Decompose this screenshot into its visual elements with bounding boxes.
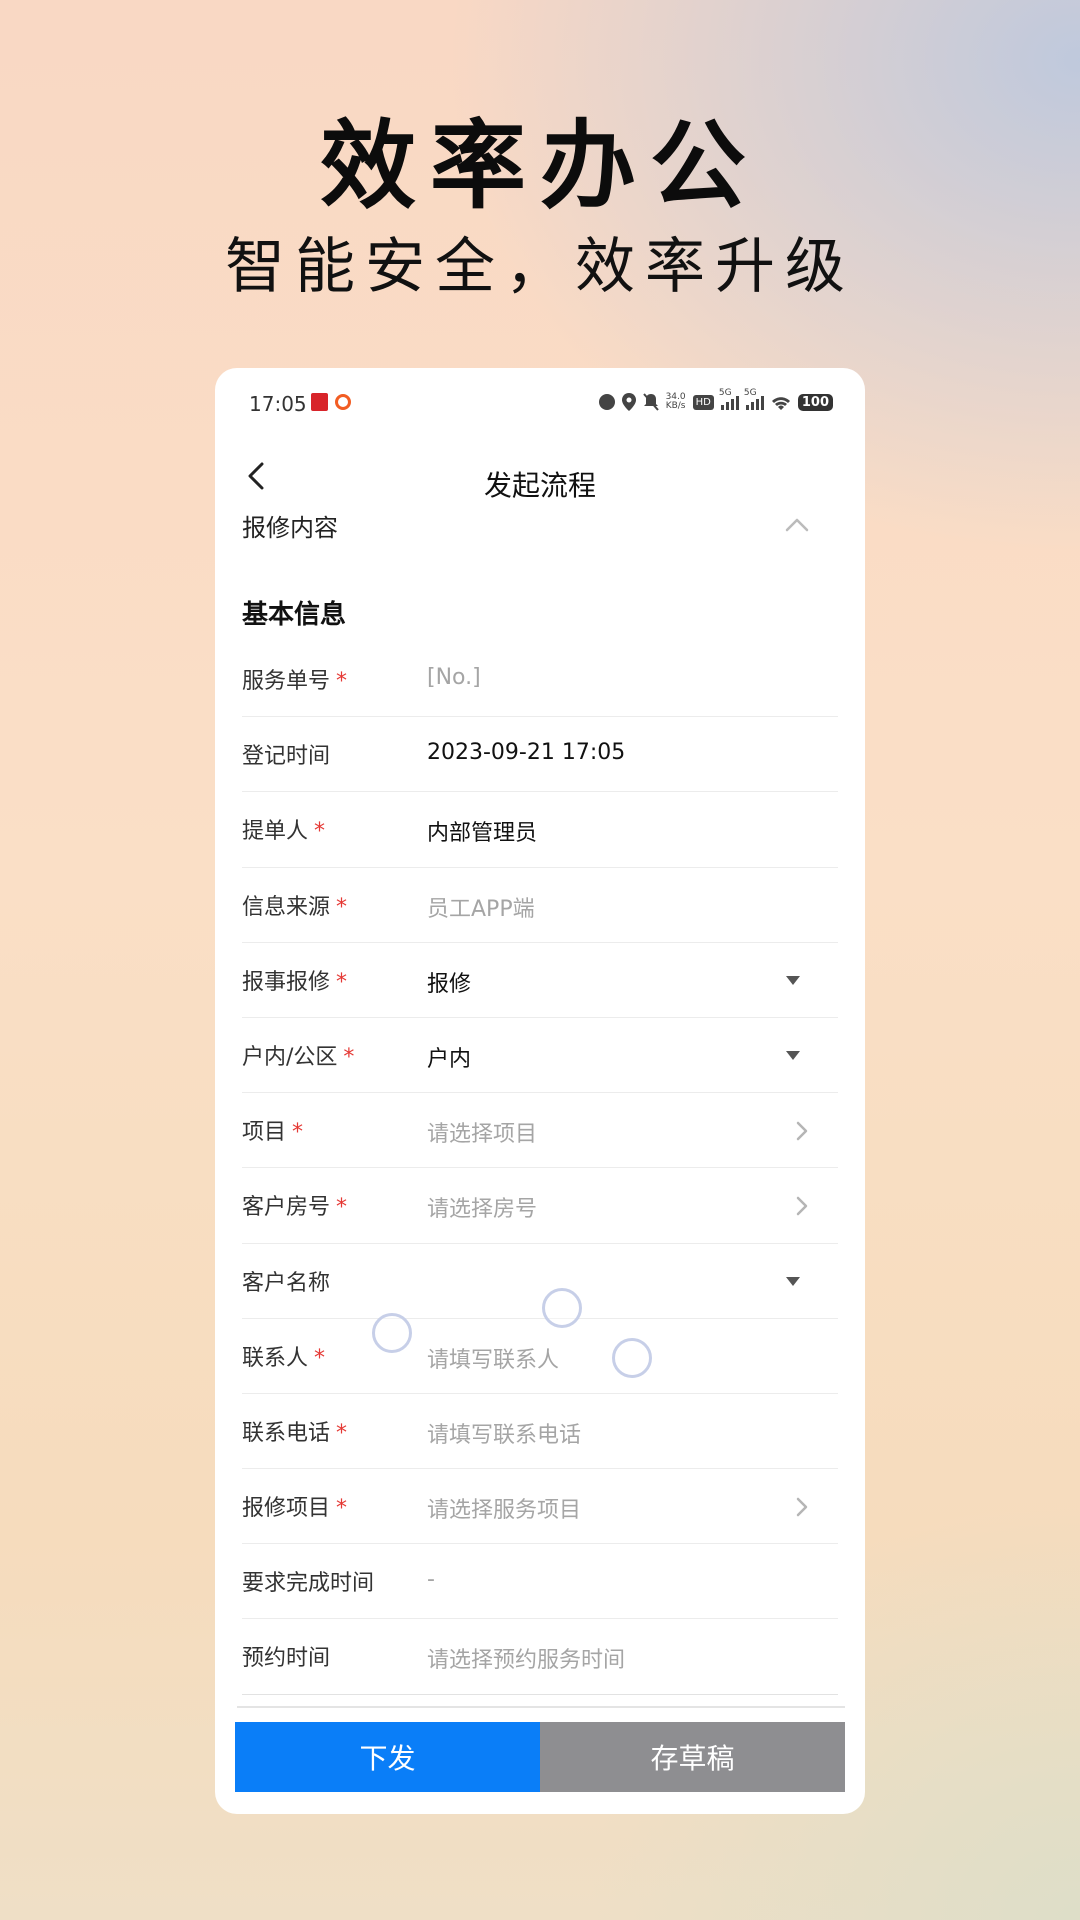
field-label-text: 客户房号	[242, 1195, 331, 1221]
field-label: 信息来源 *	[242, 889, 347, 921]
field-value[interactable]: 户内	[427, 1041, 471, 1073]
required-marker: *	[336, 969, 348, 995]
hero-subtitle: 智能安全，效率升级	[225, 232, 855, 302]
field-label: 项目 *	[242, 1114, 303, 1146]
required-marker: *	[336, 894, 348, 920]
form-row[interactable]: 要求完成时间 -	[242, 1544, 838, 1620]
field-label: 要求完成时间	[242, 1565, 374, 1597]
field-label-text: 户内/公区	[242, 1044, 338, 1070]
chevron-up-icon[interactable]	[782, 510, 812, 540]
field-label: 客户房号 *	[242, 1189, 347, 1221]
field-placeholder[interactable]: 请选择项目	[427, 1116, 537, 1148]
field-placeholder[interactable]: 请填写联系人	[427, 1342, 559, 1374]
field-label: 提单人 *	[242, 813, 325, 845]
field-label-text: 客户名称	[242, 1270, 331, 1296]
field-value[interactable]: 报修	[427, 966, 471, 998]
section-header-repair-content[interactable]: 报修内容	[215, 498, 865, 558]
form-row[interactable]: 联系电话 * 请填写联系电话	[242, 1394, 838, 1470]
save-draft-button[interactable]: 存草稿	[540, 1722, 845, 1792]
field-label: 报修项目 *	[242, 1490, 347, 1522]
footer-divider	[237, 1706, 845, 1708]
field-label-text: 信息来源	[242, 894, 331, 920]
field-label-text: 报修项目	[242, 1496, 331, 1522]
notification-app-icon	[311, 393, 328, 411]
field-label-text: 项目	[242, 1120, 287, 1146]
hd-badge: HD	[692, 394, 714, 410]
caret-down-icon[interactable]	[786, 1050, 800, 1060]
field-label-text: 报事报修	[242, 969, 331, 995]
chevron-right-icon[interactable]	[790, 1117, 814, 1145]
field-value[interactable]: 内部管理员	[427, 815, 537, 847]
dispatch-button[interactable]: 下发	[235, 1722, 540, 1792]
location-icon	[621, 393, 636, 411]
form-row[interactable]: 报事报修 * 报修	[242, 943, 838, 1018]
field-placeholder[interactable]: 请填写联系电话	[427, 1417, 581, 1449]
form-row[interactable]: 客户房号 * 请选择房号	[242, 1168, 838, 1244]
field-placeholder[interactable]: 员工APP端	[427, 891, 535, 923]
required-marker: *	[336, 1195, 348, 1221]
field-label-text: 联系电话	[242, 1420, 331, 1446]
required-marker: *	[336, 669, 348, 694]
chevron-right-icon[interactable]	[790, 1493, 814, 1521]
chevron-right-icon[interactable]	[790, 1192, 814, 1220]
field-value[interactable]: 2023-09-21 17:05	[427, 740, 625, 765]
touch-indicator	[612, 1338, 652, 1378]
field-label-text: 联系人	[242, 1345, 309, 1371]
required-marker: *	[314, 819, 326, 845]
phone-screen: 17:05 34.0 KB/s HD 5G 5G 100 发起流程 报修内容 基本…	[215, 368, 865, 1814]
field-label-text: 服务单号	[242, 669, 331, 694]
form-row[interactable]: 户内/公区 * 户内	[242, 1018, 838, 1094]
field-label: 登记时间	[242, 738, 330, 770]
field-label-text: 要求完成时间	[242, 1571, 375, 1597]
form-row[interactable]: 预约时间 请选择预约服务时间	[242, 1619, 838, 1695]
field-label: 预约时间	[242, 1640, 330, 1672]
signal-icon-2: 5G	[744, 388, 764, 410]
touch-indicator	[372, 1313, 412, 1353]
signal-icon-1: 5G	[719, 388, 739, 410]
notification-ring-icon	[335, 394, 351, 410]
field-label-text: 提单人	[242, 819, 309, 845]
form-row[interactable]: 信息来源 * 员工APP端	[242, 868, 838, 943]
field-label: 联系电话 *	[242, 1415, 347, 1447]
form-row[interactable]: 联系人 * 请填写联系人	[242, 1319, 838, 1394]
field-label: 联系人 *	[242, 1340, 325, 1372]
alarm-icon	[598, 394, 615, 410]
battery-indicator: 100	[797, 393, 833, 411]
touch-indicator	[542, 1288, 582, 1328]
field-placeholder[interactable]: 请选择服务项目	[427, 1492, 581, 1524]
form-row[interactable]: 提单人 * 内部管理员	[242, 792, 838, 868]
field-placeholder[interactable]: -	[427, 1567, 435, 1592]
required-marker: *	[292, 1120, 304, 1146]
wifi-icon	[771, 397, 790, 410]
status-bar: 17:05 34.0 KB/s HD 5G 5G 100	[215, 368, 865, 438]
form-row[interactable]: 客户名称	[242, 1244, 838, 1319]
field-placeholder[interactable]: 请选择房号	[427, 1191, 537, 1223]
form-row[interactable]: 服务单号 * [No.]	[242, 642, 838, 718]
required-marker: *	[336, 1496, 348, 1522]
form-row[interactable]: 报修项目 * 请选择服务项目	[242, 1469, 838, 1545]
hero-title: 效率办公	[320, 110, 760, 222]
field-label: 客户名称	[242, 1265, 330, 1297]
field-label: 户内/公区 *	[242, 1039, 354, 1071]
network-speed: 34.0 KB/s	[665, 392, 686, 411]
caret-down-icon[interactable]	[786, 1276, 800, 1286]
form-row[interactable]: 登记时间 2023-09-21 17:05	[242, 717, 838, 793]
field-label: 报事报修 *	[242, 964, 347, 996]
field-label-text: 预约时间	[242, 1646, 331, 1672]
group-title-basic-info: 基本信息	[242, 600, 347, 630]
required-marker: *	[314, 1345, 326, 1371]
status-icons: 34.0 KB/s HD 5G 5G 100	[598, 388, 833, 414]
field-placeholder[interactable]: 请选择预约服务时间	[427, 1642, 625, 1674]
section-title: 报修内容	[242, 514, 338, 542]
mute-icon	[642, 393, 659, 411]
status-time: 17:05	[249, 392, 307, 416]
required-marker: *	[336, 1420, 348, 1446]
caret-down-icon[interactable]	[786, 975, 800, 985]
field-placeholder[interactable]: [No.]	[427, 665, 481, 690]
form-row[interactable]: 项目 * 请选择项目	[242, 1093, 838, 1169]
field-label: 服务单号 *	[242, 663, 347, 695]
field-label-text: 登记时间	[242, 744, 331, 770]
required-marker: *	[343, 1044, 355, 1070]
repair-form: 服务单号 * [No.] 登记时间 2023-09-21 17:05 提单人 * 内部管理员信…	[242, 642, 838, 1695]
